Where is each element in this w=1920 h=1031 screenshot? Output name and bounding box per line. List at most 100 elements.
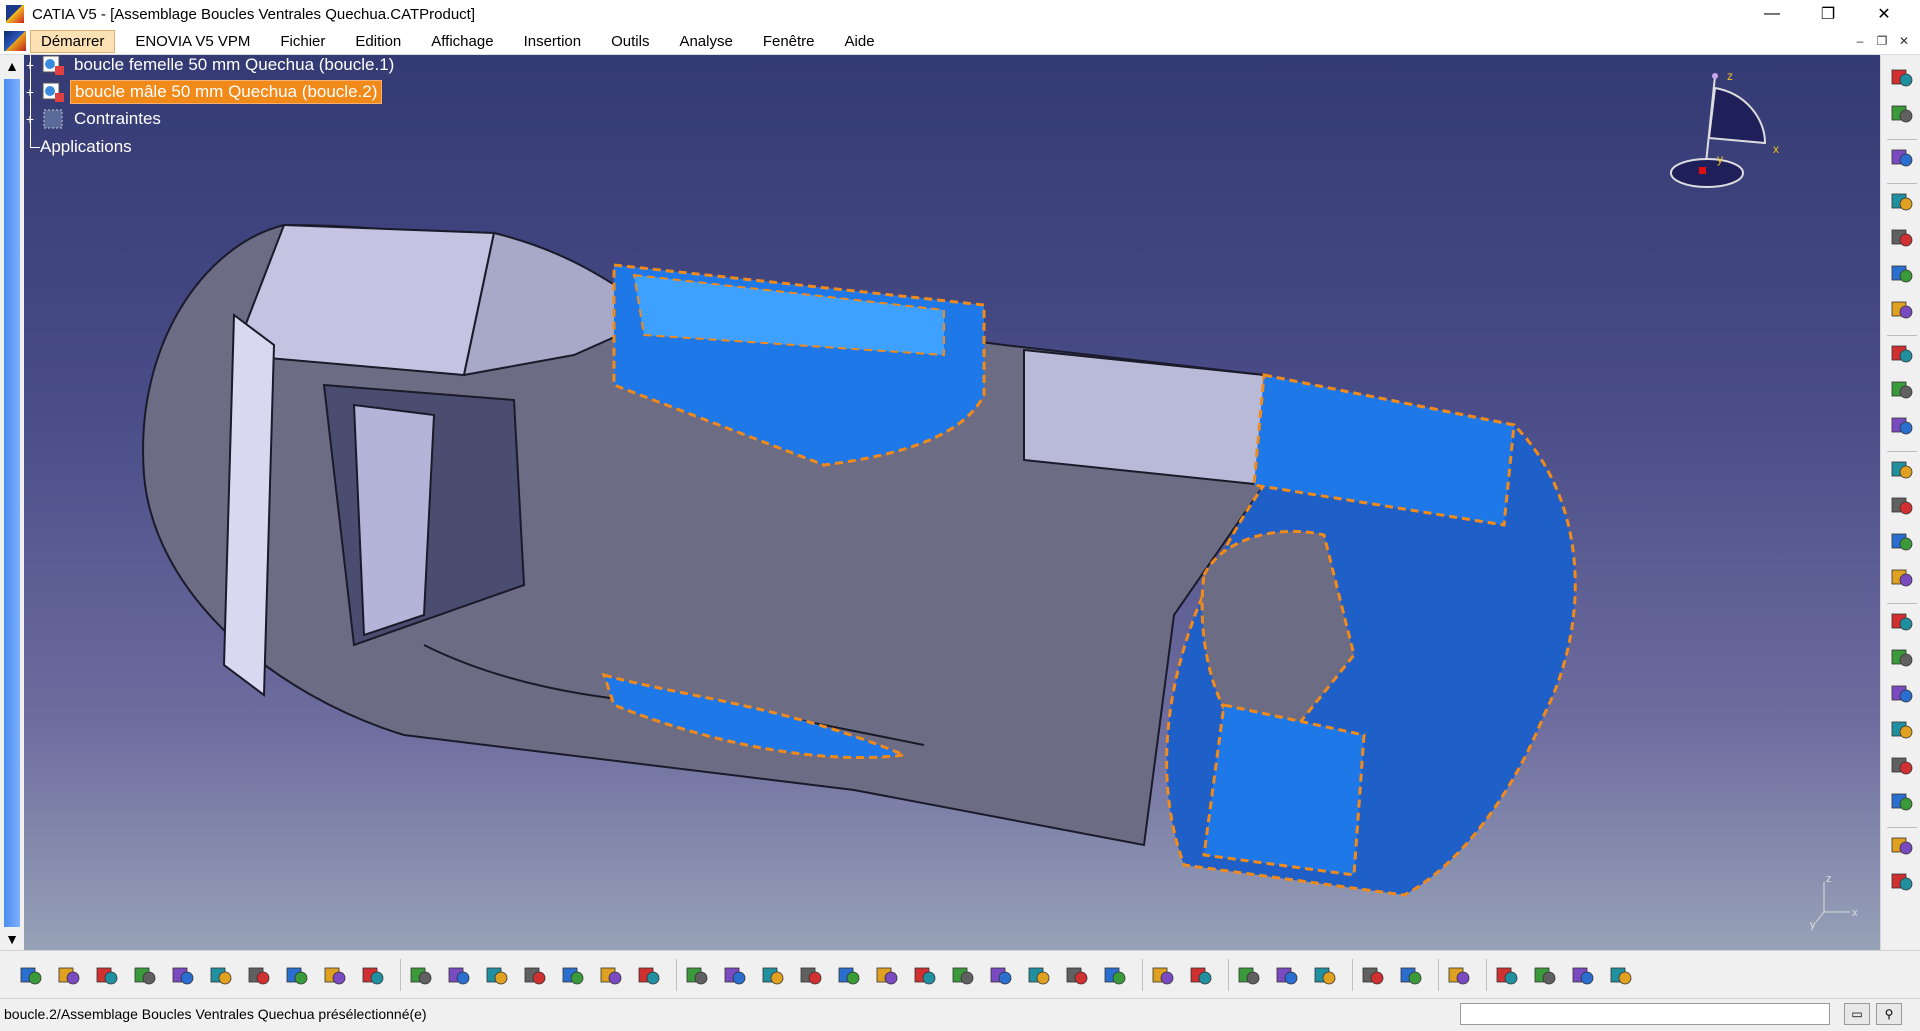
graph-tree-icon-button[interactable] — [1889, 297, 1915, 323]
select-arrow-icon[interactable] — [1889, 101, 1915, 127]
iso-view-icon[interactable] — [988, 963, 1014, 989]
tree-node-label[interactable]: Applications — [36, 136, 136, 158]
flexible-icon[interactable] — [1889, 869, 1915, 895]
manipulate-icon-button[interactable] — [1889, 529, 1915, 555]
fix-together-icon-button[interactable] — [1889, 789, 1915, 815]
scroll-down-icon[interactable]: ▼ — [0, 928, 24, 950]
pan-icon[interactable] — [760, 963, 786, 989]
print-icon-button[interactable] — [132, 963, 158, 989]
restore-button[interactable]: ❐ — [1800, 0, 1856, 28]
import-icon[interactable] — [1889, 377, 1915, 403]
status-search-button[interactable]: ⚲ — [1876, 1003, 1902, 1025]
fit-all-icon-button[interactable] — [722, 963, 748, 989]
plane-icon-button[interactable] — [1398, 963, 1424, 989]
constraint-offset-icon-button[interactable] — [1889, 681, 1915, 707]
tree-scrollbar[interactable]: ▲ ▼ — [0, 55, 24, 950]
fix-together-icon[interactable] — [1889, 789, 1915, 815]
apply-material-icon-button[interactable] — [1446, 963, 1472, 989]
color-icon-button[interactable] — [1532, 963, 1558, 989]
knowledge-icon-button[interactable] — [484, 963, 510, 989]
color-icon[interactable] — [1532, 963, 1558, 989]
snapshot-icon-button[interactable] — [1150, 963, 1176, 989]
menu-enovia[interactable]: ENOVIA V5 VPM — [125, 31, 260, 52]
tree-node-label-selected[interactable]: boucle mâle 50 mm Quechua (boucle.2) — [70, 80, 383, 104]
expand-icon[interactable]: + — [24, 85, 36, 99]
menu-aide[interactable]: Aide — [835, 31, 885, 52]
undo-icon-button[interactable] — [284, 963, 310, 989]
update-icon[interactable] — [1312, 963, 1338, 989]
publish-icon[interactable] — [1889, 413, 1915, 439]
redo-icon-button[interactable] — [322, 963, 348, 989]
import-icon-button[interactable] — [1889, 377, 1915, 403]
new-icon-button[interactable] — [18, 963, 44, 989]
copy-icon-button[interactable] — [208, 963, 234, 989]
quick-constraint-icon[interactable] — [1889, 833, 1915, 859]
select-arrow-icon-button[interactable] — [1889, 101, 1915, 127]
catia-logo-icon-button[interactable] — [1608, 963, 1634, 989]
zoom-in-icon[interactable] — [836, 963, 862, 989]
tools-icon[interactable] — [636, 963, 662, 989]
redo-icon[interactable] — [322, 963, 348, 989]
fit-all-icon[interactable] — [722, 963, 748, 989]
cut-icon-button[interactable] — [170, 963, 196, 989]
catia-logo-icon[interactable] — [1608, 963, 1634, 989]
zoom-in-icon-button[interactable] — [836, 963, 862, 989]
normal-view-icon-button[interactable] — [912, 963, 938, 989]
constraint-coincidence-icon[interactable] — [1889, 609, 1915, 635]
publish-icon-button[interactable] — [1889, 413, 1915, 439]
measure-icon[interactable] — [1188, 963, 1214, 989]
product-icon-button[interactable] — [1889, 145, 1915, 171]
plane-icon[interactable] — [1398, 963, 1424, 989]
tree-node-label[interactable]: boucle femelle 50 mm Quechua (boucle.1) — [70, 54, 398, 76]
open-icon-button[interactable] — [56, 963, 82, 989]
sectioning-icon-button[interactable] — [1236, 963, 1262, 989]
rotate-icon-button[interactable] — [798, 963, 824, 989]
swap-space-icon-button[interactable] — [1102, 963, 1128, 989]
normal-view-icon[interactable] — [912, 963, 938, 989]
mdi-close-button[interactable]: ✕ — [1896, 33, 1912, 49]
pan-icon-button[interactable] — [760, 963, 786, 989]
refresh-icon[interactable] — [1360, 963, 1386, 989]
render-style-icon[interactable] — [1026, 963, 1052, 989]
measure-icon-button[interactable] — [1188, 963, 1214, 989]
constraint-angle-icon-button[interactable] — [1889, 717, 1915, 743]
render-style-icon-button[interactable] — [1026, 963, 1052, 989]
hide-show-icon[interactable] — [1064, 963, 1090, 989]
move-icon[interactable] — [1889, 457, 1915, 483]
sectioning-icon[interactable] — [1236, 963, 1262, 989]
expand-icon[interactable]: + — [24, 58, 36, 72]
knowledge-icon[interactable] — [484, 963, 510, 989]
save-icon-button[interactable] — [94, 963, 120, 989]
tree-node-boucle-1[interactable]: + boucle femelle 50 mm Quechua (boucle.1… — [24, 52, 398, 78]
grid-icon-button[interactable] — [1570, 963, 1596, 989]
new-icon[interactable] — [18, 963, 44, 989]
open-icon[interactable] — [56, 963, 82, 989]
explode-icon[interactable] — [1889, 565, 1915, 591]
mdi-minimize-button[interactable]: – — [1852, 33, 1868, 49]
menu-outils[interactable]: Outils — [601, 31, 659, 52]
product-icon[interactable] — [1889, 145, 1915, 171]
save-icon[interactable] — [94, 963, 120, 989]
flexible-icon-button[interactable] — [1889, 869, 1915, 895]
tree-node-boucle-2[interactable]: + boucle mâle 50 mm Quechua (boucle.2) — [24, 79, 383, 105]
scroll-up-icon[interactable]: ▲ — [0, 55, 24, 77]
product-structure-icon[interactable] — [560, 963, 586, 989]
formula-icon-button[interactable] — [408, 963, 434, 989]
table-icon[interactable] — [522, 963, 548, 989]
menu-affichage[interactable]: Affichage — [421, 31, 503, 52]
update-icon-button[interactable] — [1312, 963, 1338, 989]
replace-icon[interactable] — [1889, 261, 1915, 287]
clash-icon-button[interactable] — [1274, 963, 1300, 989]
new-part-icon-button[interactable] — [1889, 341, 1915, 367]
move-icon-button[interactable] — [1889, 457, 1915, 483]
photo-studio-icon-button[interactable] — [1494, 963, 1520, 989]
insert-component-icon-button[interactable] — [1889, 189, 1915, 215]
grid-icon[interactable] — [1570, 963, 1596, 989]
constraint-coincidence-icon-button[interactable] — [1889, 609, 1915, 635]
constraint-contact-icon-button[interactable] — [1889, 645, 1915, 671]
command-input[interactable] — [1460, 1003, 1830, 1025]
manipulate-icon[interactable] — [1889, 529, 1915, 555]
constraint-offset-icon[interactable] — [1889, 681, 1915, 707]
catalog-icon-button[interactable] — [598, 963, 624, 989]
existing-component-icon[interactable] — [1889, 225, 1915, 251]
